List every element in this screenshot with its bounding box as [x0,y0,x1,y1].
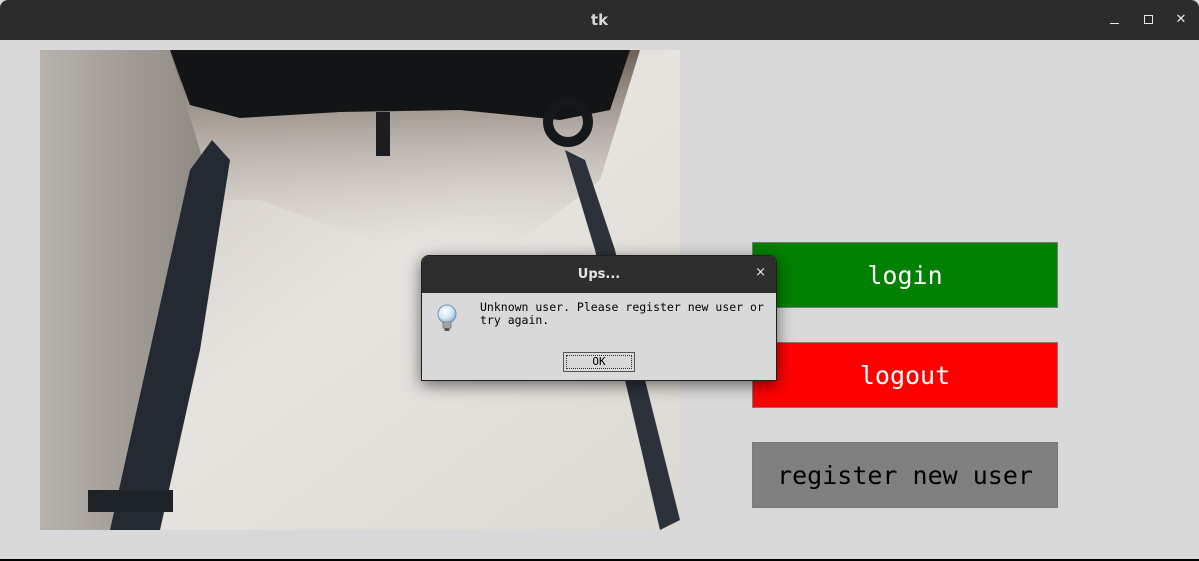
register-new-user-button[interactable]: register new user [752,442,1058,508]
error-dialog: Ups... × Unknown user. Please register n… [421,255,777,381]
title-bar[interactable]: tk ✕ [0,0,1199,40]
lightbulb-icon [437,304,457,331]
login-button[interactable]: login [752,242,1058,308]
dialog-message: Unknown user. Please register new user o… [480,300,764,327]
close-window-button[interactable]: ✕ [1171,10,1191,30]
maximize-icon [1143,15,1153,24]
ok-button[interactable]: OK [563,352,635,372]
maximize-button[interactable] [1138,10,1158,30]
minimize-icon [1109,22,1119,25]
dialog-title: Ups... [577,267,621,282]
dialog-title-bar[interactable]: Ups... × [422,256,776,293]
window-title: tk [590,11,609,29]
logout-button[interactable]: logout [752,342,1058,408]
close-icon: ✕ [1175,12,1187,27]
app-window: tk ✕ login logout register new user Ups.… [0,0,1199,559]
dialog-close-icon[interactable]: × [755,265,766,280]
minimize-button[interactable] [1104,10,1124,30]
